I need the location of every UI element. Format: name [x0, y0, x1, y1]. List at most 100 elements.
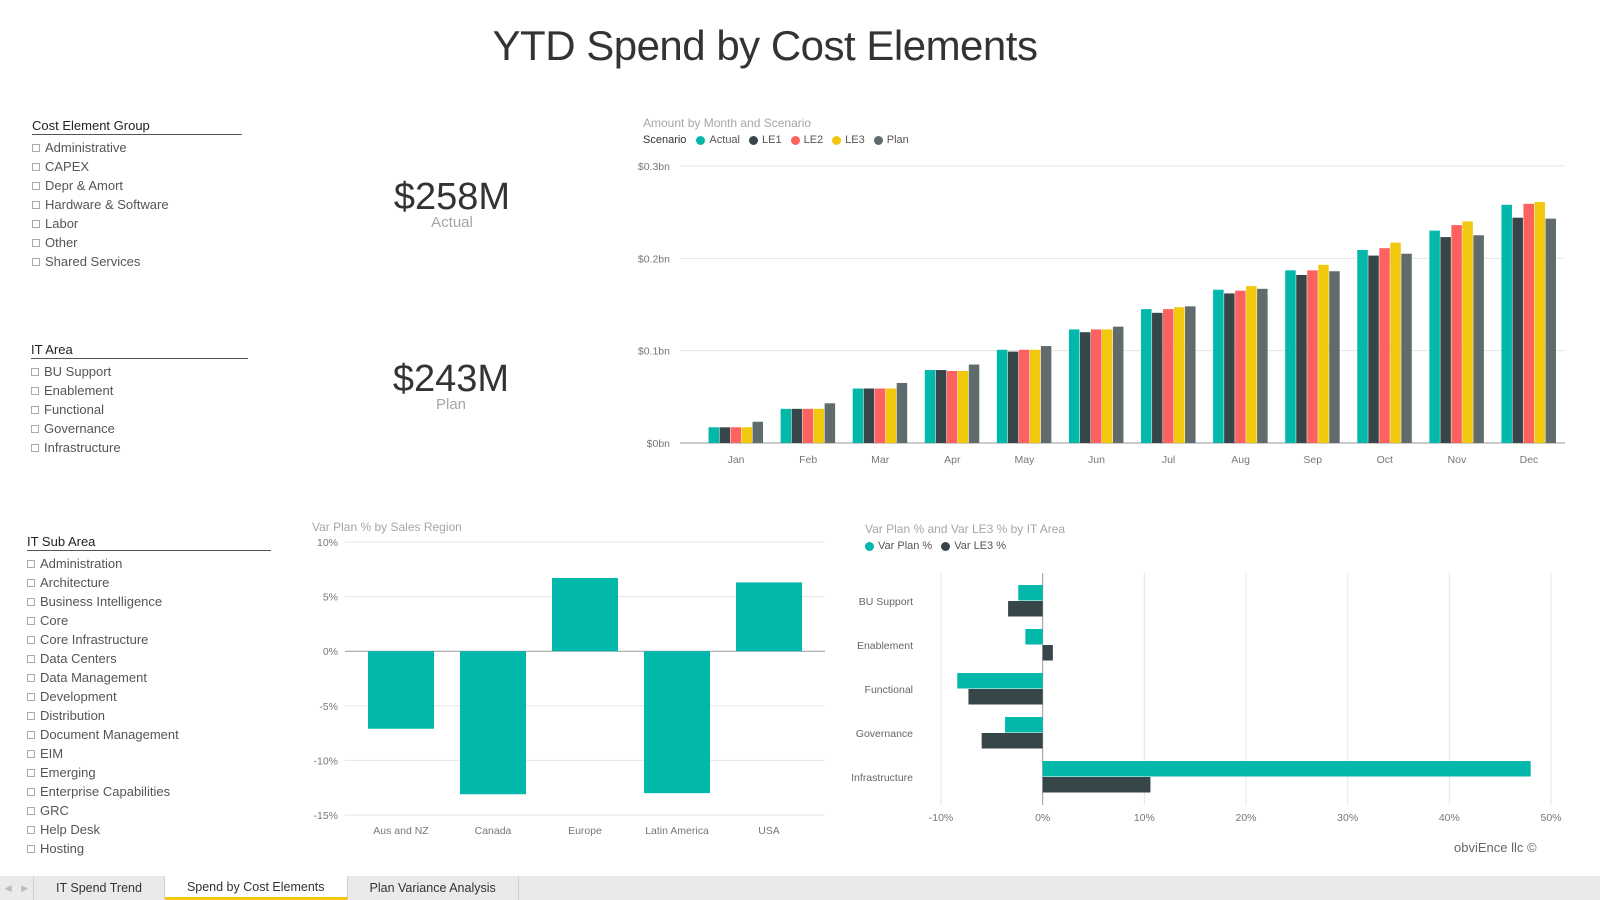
slicer-item-label: Data Centers [40, 651, 117, 666]
slicer-item[interactable]: Enterprise Capabilities [27, 782, 271, 801]
y-tick-label: 10% [317, 537, 338, 549]
y-tick-label: -10% [313, 755, 338, 767]
legend-item[interactable]: LE1 [749, 134, 782, 146]
slicer-item[interactable]: Functional [31, 400, 248, 419]
slicer-item[interactable]: Emerging [27, 763, 271, 782]
slicer-item[interactable]: EIM [27, 744, 271, 763]
slicer-item[interactable]: BU Support [31, 362, 248, 381]
slicer-item[interactable]: Administrative [32, 138, 242, 157]
slicer-item[interactable]: Core Infrastructure [27, 630, 271, 649]
slicer-item[interactable]: Business Intelligence [27, 592, 271, 611]
checkbox-icon[interactable] [27, 578, 35, 587]
checkbox-icon[interactable] [32, 143, 40, 152]
bar-le2 [1523, 203, 1534, 443]
bar-le1 [863, 388, 875, 443]
bar-le1 [719, 427, 731, 443]
checkbox-icon[interactable] [27, 673, 35, 682]
slicer-item[interactable]: Data Centers [27, 649, 271, 668]
slicer-item[interactable]: Administration [27, 554, 271, 573]
slicer-item[interactable]: Shared Services [32, 252, 242, 271]
x-tick-label: Feb [799, 454, 817, 466]
x-tick-label: Latin America [645, 825, 709, 837]
legend-item[interactable]: Var LE3 % [941, 540, 1006, 552]
tab-next-icon[interactable]: ▶ [21, 883, 28, 894]
bar-plan [824, 403, 836, 443]
checkbox-icon[interactable] [32, 257, 40, 266]
slicer-item[interactable]: Distribution [27, 706, 271, 725]
checkbox-icon[interactable] [27, 635, 35, 644]
slicer-item-label: Enablement [44, 383, 114, 398]
bar-actual [1285, 270, 1296, 443]
checkbox-icon[interactable] [27, 787, 35, 796]
bar-actual [1213, 289, 1224, 443]
bar-le3 [1246, 286, 1257, 443]
tab-it-spend-trend[interactable]: IT Spend Trend [34, 876, 165, 900]
slicer-item-label: Enterprise Capabilities [40, 784, 171, 799]
checkbox-icon[interactable] [32, 181, 40, 190]
checkbox-icon[interactable] [31, 386, 39, 395]
legend-item[interactable]: Actual [696, 134, 740, 146]
checkbox-icon[interactable] [31, 405, 39, 414]
checkbox-icon[interactable] [31, 367, 39, 376]
legend-item[interactable]: Var Plan % [865, 540, 932, 552]
slicer-item[interactable]: Governance [31, 419, 248, 438]
checkbox-icon[interactable] [27, 616, 35, 625]
checkbox-icon[interactable] [27, 597, 35, 606]
slicer-item[interactable]: Document Management [27, 725, 271, 744]
legend-label: Var LE3 % [954, 540, 1006, 552]
slicer-item[interactable]: Core [27, 611, 271, 630]
bar-le3 [1318, 264, 1329, 443]
bar-le2 [874, 388, 886, 443]
slicer-item[interactable]: GRC [27, 801, 271, 820]
checkbox-icon[interactable] [27, 711, 35, 720]
checkbox-icon[interactable] [27, 749, 35, 758]
slicer-item-label: Administrative [45, 140, 127, 155]
checkbox-icon[interactable] [27, 730, 35, 739]
bar-region [460, 651, 526, 795]
slicer-item[interactable]: Development [27, 687, 271, 706]
legend-item[interactable]: LE2 [790, 134, 823, 146]
checkbox-icon[interactable] [31, 424, 39, 433]
kpi-card-plan: $243M Plan [351, 360, 551, 412]
checkbox-icon[interactable] [27, 768, 35, 777]
bar-le2 [730, 427, 742, 443]
legend-item[interactable]: LE3 [832, 134, 865, 146]
legend-title: Scenario [643, 134, 687, 146]
checkbox-icon[interactable] [31, 443, 39, 452]
slicer-item-label: Development [40, 689, 117, 704]
x-tick-label: Oct [1377, 454, 1393, 466]
bar-le3 [1174, 307, 1185, 443]
checkbox-icon[interactable] [27, 844, 35, 853]
slicer-item[interactable]: Enablement [31, 381, 248, 400]
checkbox-icon[interactable] [27, 654, 35, 663]
slicer-item[interactable]: Data Management [27, 668, 271, 687]
chart-amount-by-month: $0bn $0.1bn $0.2bn $0.3bn Jan Feb Mar Apr May Jun… [638, 161, 1565, 466]
checkbox-icon[interactable] [27, 559, 35, 568]
slicer-item[interactable]: Labor [32, 214, 242, 233]
checkbox-icon[interactable] [32, 219, 40, 228]
tab-plan-variance-analysis[interactable]: Plan Variance Analysis [348, 876, 519, 900]
tab-spend-by-cost-elements[interactable]: Spend by Cost Elements [164, 876, 348, 900]
slicer-item[interactable]: CAPEX [32, 157, 242, 176]
bar-le1 [1296, 274, 1307, 443]
slicer-item[interactable]: Architecture [27, 573, 271, 592]
slicer-item[interactable]: Hosting [27, 839, 271, 858]
legend-item[interactable]: Plan [873, 134, 909, 146]
checkbox-icon[interactable] [32, 200, 40, 209]
checkbox-icon[interactable] [27, 692, 35, 701]
slicer-item[interactable]: Help Desk [27, 820, 271, 839]
slicer-item[interactable]: Hardware & Software [32, 195, 242, 214]
tab-prev-icon[interactable]: ◀ [5, 883, 12, 894]
bar-le2 [1235, 290, 1246, 443]
slicer-item-label: Administration [40, 556, 123, 571]
slicer-item[interactable]: Infrastructure [31, 438, 248, 457]
x-tick-label: 30% [1337, 812, 1358, 824]
checkbox-icon[interactable] [32, 238, 40, 247]
y-category-label: Enablement [857, 640, 913, 652]
bar-le1 [1152, 312, 1163, 443]
checkbox-icon[interactable] [32, 162, 40, 171]
slicer-item[interactable]: Depr & Amort [32, 176, 242, 195]
slicer-item[interactable]: Other [32, 233, 242, 252]
checkbox-icon[interactable] [27, 806, 35, 815]
checkbox-icon[interactable] [27, 825, 35, 834]
